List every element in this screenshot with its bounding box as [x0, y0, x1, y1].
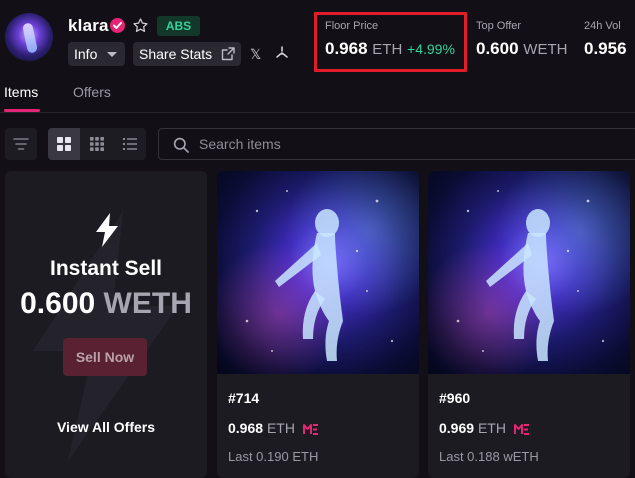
collection-header: klara ABS Info Share Stats 𝕏 Floor Price…: [0, 0, 635, 78]
info-dropdown-button[interactable]: Info: [68, 42, 125, 66]
nft-figure-art: [456, 190, 605, 361]
search-input[interactable]: [199, 129, 599, 159]
share-stats-label: Share Stats: [139, 46, 213, 62]
small-grid-icon: [90, 137, 104, 151]
share-stats-button[interactable]: Share Stats: [133, 42, 241, 66]
verified-check-icon: [110, 18, 125, 33]
view-mode-toggle: [48, 128, 146, 160]
nft-price: 0.969 ETH: [439, 420, 530, 436]
search-bar: [158, 128, 635, 160]
info-label: Info: [74, 46, 98, 62]
chain-badge: ABS: [157, 16, 200, 36]
instant-sell-card: Instant Sell 0.600 WETH Sell Now View Al…: [5, 171, 207, 478]
tab-offers[interactable]: Offers: [73, 84, 111, 100]
top-offer-stat: Top Offer 0.600 WETH: [476, 20, 567, 59]
top-offer-number: 0.600: [476, 39, 519, 58]
instant-sell-unit: WETH: [103, 287, 192, 320]
tab-items[interactable]: Items: [4, 84, 38, 100]
x-social-icon[interactable]: 𝕏: [250, 46, 261, 63]
vol-24h-label: 24h Vol: [584, 20, 621, 32]
chevron-down-icon: [107, 52, 117, 57]
nft-price-unit: ETH: [477, 420, 506, 436]
instant-sell-value: 0.600: [20, 287, 96, 320]
list-icon: [123, 138, 137, 150]
magic-eden-icon: [513, 424, 529, 435]
blur-marketplace-icon[interactable]: [274, 45, 290, 61]
share-out-icon: [221, 47, 235, 61]
nft-image: [428, 171, 630, 374]
search-icon: [173, 137, 189, 153]
collection-avatar[interactable]: [5, 13, 53, 61]
top-offer-value: 0.600 WETH: [476, 39, 567, 59]
floor-price-highlight: [314, 12, 467, 72]
nft-price-value: 0.969: [439, 420, 475, 436]
small-grid-view-button[interactable]: [81, 128, 113, 160]
filter-button[interactable]: [5, 128, 37, 160]
list-view-button[interactable]: [114, 128, 146, 160]
nft-image: [217, 171, 419, 374]
nft-id: #960: [439, 390, 471, 406]
nft-card[interactable]: #960 0.969 ETH Last 0.188 wETH: [428, 171, 630, 478]
vol-24h-value: 0.956: [584, 39, 627, 58]
instant-sell-price: 0.600 WETH: [5, 287, 207, 321]
sell-now-button[interactable]: Sell Now: [63, 338, 147, 376]
large-grid-view-button[interactable]: [48, 128, 80, 160]
nft-price-value: 0.968: [228, 420, 264, 436]
nft-price: 0.968 ETH: [228, 420, 319, 436]
vol-24h-stat: 24h Vol 0.956: [584, 20, 627, 59]
nft-card[interactable]: #714 0.968 ETH Last 0.190 ETH: [217, 171, 419, 478]
avatar-figure: [21, 22, 39, 54]
nft-last-sale: Last 0.188 wETH: [439, 449, 539, 464]
nft-last-sale: Last 0.190 ETH: [228, 449, 319, 464]
filter-icon: [13, 138, 29, 150]
large-grid-icon: [57, 137, 71, 151]
magic-eden-icon: [302, 424, 318, 435]
top-offer-label: Top Offer: [476, 20, 522, 32]
nft-price-unit: ETH: [266, 420, 295, 436]
lightning-bolt-icon: [96, 213, 118, 247]
nft-id: #714: [228, 390, 260, 406]
tabs-divider: [0, 112, 635, 113]
star-icon[interactable]: [132, 17, 149, 34]
instant-sell-title: Instant Sell: [49, 257, 163, 280]
collection-name: klara: [68, 16, 109, 35]
nft-figure-art: [245, 190, 394, 361]
top-offer-unit: WETH: [523, 41, 568, 58]
view-all-offers-link[interactable]: View All Offers: [5, 419, 207, 435]
